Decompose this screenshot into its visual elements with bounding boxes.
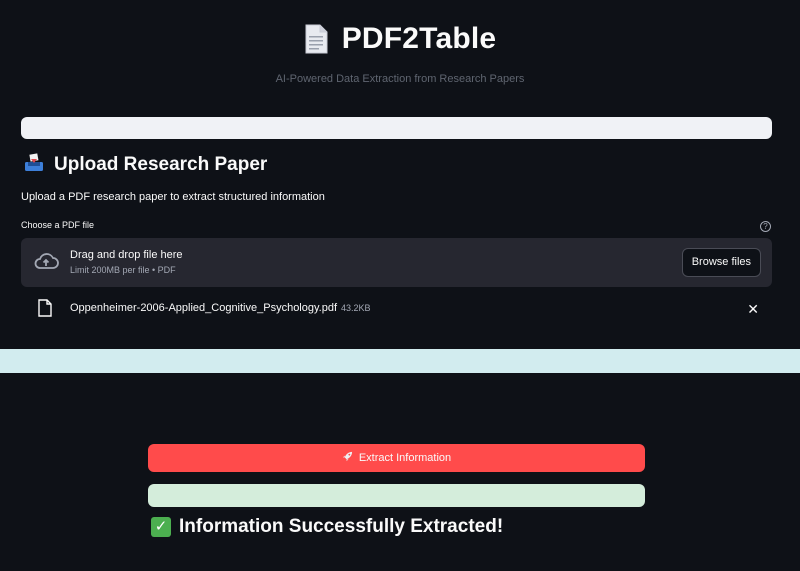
dropzone-title: Drag and drop file here (70, 249, 183, 261)
uploaded-file: Oppenheimer-2006-Applied_Cognitive_Psych… (21, 296, 772, 322)
page-title: PDF2Table (341, 22, 497, 55)
browse-files-button[interactable]: Browse files (681, 248, 761, 277)
file-uploader-label: Choose a PDF file (21, 220, 95, 230)
title-row: PDF2Table (304, 22, 497, 56)
cloud-upload-icon (33, 251, 59, 276)
success-heading-text: Information Successfully Extracted! (179, 516, 504, 537)
app-page: PDF2Table AI-Powered Data Extraction fro… (0, 0, 800, 571)
upload-heading: Upload Research Paper (24, 152, 267, 177)
upload-description: Upload a PDF research paper to extract s… (21, 191, 325, 203)
status-bar (21, 117, 772, 139)
dropzone-limit: Limit 200MB per file • PDF (70, 265, 176, 275)
remove-file-icon[interactable]: ✕ (747, 301, 759, 318)
header: PDF2Table (0, 22, 800, 59)
file-dropzone[interactable]: Drag and drop file here Limit 200MB per … (21, 238, 772, 287)
document-icon (304, 24, 328, 54)
check-mark-icon: ✓ (151, 517, 171, 537)
inbox-tray-icon (24, 152, 44, 177)
rocket-icon (342, 451, 353, 465)
page-subtitle: AI-Powered Data Extraction from Research… (275, 73, 525, 85)
extract-button-label: Extract Information (358, 452, 452, 464)
uploaded-file-name: Oppenheimer-2006-Applied_Cognitive_Psych… (70, 302, 371, 314)
upload-heading-text: Upload Research Paper (54, 153, 268, 175)
file-icon (38, 299, 52, 322)
file-name-text: Oppenheimer-2006-Applied_Cognitive_Psych… (70, 302, 338, 314)
info-alert (0, 349, 800, 373)
success-heading: ✓ Information Successfully Extracted! (151, 516, 503, 538)
extract-information-button[interactable]: Extract Information (148, 444, 645, 472)
file-size: 43.2KB (341, 303, 371, 313)
success-alert (148, 484, 645, 507)
help-icon[interactable]: ? (760, 221, 771, 232)
